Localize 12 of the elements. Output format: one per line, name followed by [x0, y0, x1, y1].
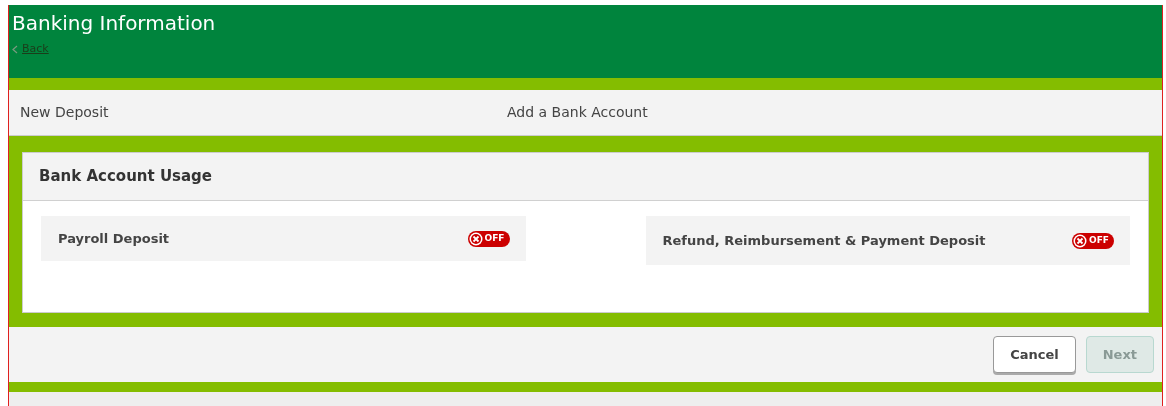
step-label: Add a Bank Account: [507, 103, 648, 122]
toggle-switch[interactable]: OFF: [467, 230, 510, 247]
step-label: New Deposit: [20, 103, 110, 122]
close-icon: [1073, 233, 1088, 248]
page-title: Banking Information: [12, 11, 217, 35]
action-button[interactable]: Cancel: [993, 336, 1076, 373]
chevron-left-icon: [12, 44, 18, 54]
card-title: Bank Account Usage: [39, 166, 213, 188]
close-icon: [468, 231, 483, 246]
option-label: Refund, Reimbursement & Payment Deposit: [662, 231, 986, 250]
option-label: Payroll Deposit: [58, 229, 170, 248]
toggle-switch[interactable]: OFF: [1072, 232, 1114, 249]
